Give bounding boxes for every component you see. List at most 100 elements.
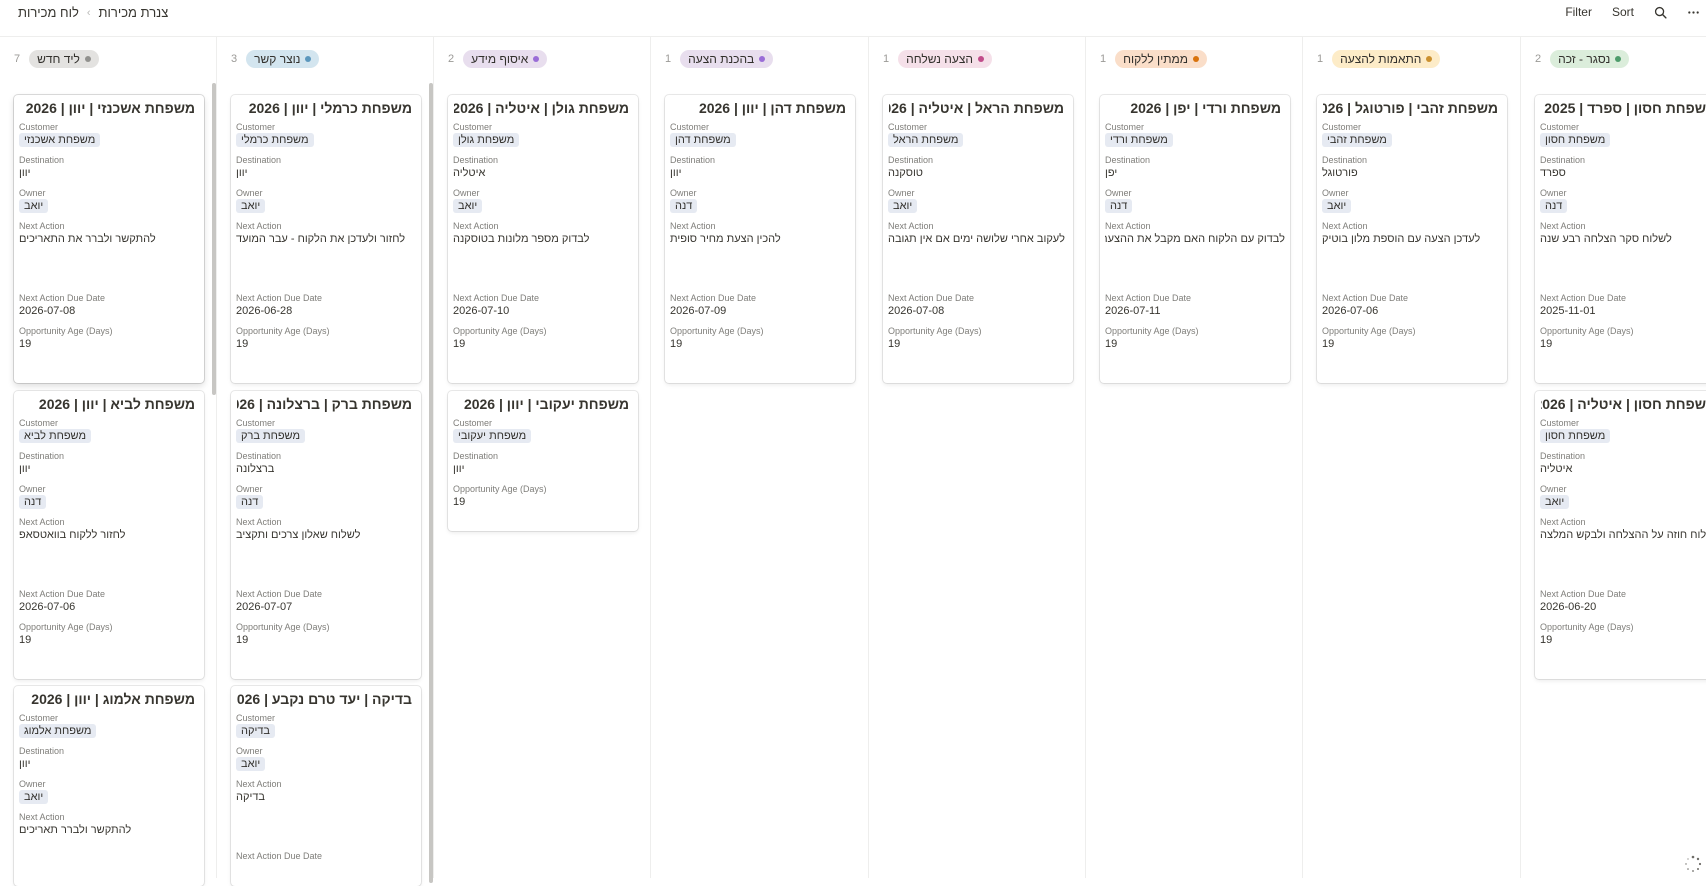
status-name: איסוף מידע	[471, 52, 529, 66]
owner-value-wrap: יואב	[1540, 495, 1706, 509]
opportunity-card[interactable]: משפחת חסון | ספרד | 2025 Customer משפחת חס…	[1535, 95, 1706, 383]
owner-label: Owner	[19, 779, 46, 789]
owner-chip[interactable]: דנה	[236, 495, 264, 509]
destination-value: איטליה	[1540, 463, 1573, 475]
card-title: משפחת לביא | יוון | 2026	[38, 396, 195, 412]
opportunity-age-label: Opportunity Age (Days)	[1322, 326, 1416, 336]
status-pill[interactable]: בהכנת הצעה	[680, 50, 774, 68]
column-count: 1	[665, 53, 672, 65]
owner-chip[interactable]: יואב	[236, 199, 266, 213]
customer-chip[interactable]: משפחת גולן	[453, 133, 520, 147]
breadcrumb-parent[interactable]: צנרת מכירות	[99, 5, 169, 20]
opportunity-card[interactable]: משפחת כרמלי | יוון | 2026 Customer משפחת כ…	[231, 95, 421, 383]
opportunity-card[interactable]: משפחת זהבי | פורטוגל | 2026 Customerמשפחת…	[1317, 95, 1507, 383]
owner-label: Owner	[19, 484, 46, 494]
column-count: 1	[1317, 53, 1324, 65]
status-name: ליד חדש	[37, 52, 80, 66]
next-action-label: Next Action	[453, 221, 499, 231]
destination-value: יוון	[670, 167, 682, 179]
customer-chip[interactable]: משפחת זהבי	[1322, 133, 1392, 147]
customer-chip[interactable]: משפחת חסון	[1540, 133, 1611, 147]
next-action-label: Next Action	[236, 221, 282, 231]
customer-chip[interactable]: משפחת אלמוג	[19, 724, 97, 738]
search-icon	[1654, 7, 1667, 19]
status-dot-icon	[1426, 56, 1433, 62]
owner-label: Owner	[888, 188, 915, 198]
owner-chip[interactable]: דנה	[1105, 199, 1133, 213]
column-scrollbar[interactable]	[212, 83, 216, 395]
customer-chip[interactable]: משפחת דהן	[670, 133, 736, 147]
destination-label: Destination	[19, 155, 65, 165]
status-pill[interactable]: הצעה נשלחה	[898, 50, 993, 68]
more-options-button[interactable]	[1687, 5, 1700, 19]
customer-chip[interactable]: משפחת יעקובי	[453, 429, 532, 443]
due-date-label: Next Action Due Date	[453, 293, 540, 303]
owner-chip[interactable]: יואב	[1540, 495, 1570, 509]
card-title: משפחת ברק | ברצלונה | 2026	[237, 396, 412, 412]
customer-chip[interactable]: משפחת לביא	[19, 429, 92, 443]
status-pill[interactable]: נוצר קשר	[246, 50, 320, 68]
opportunity-card[interactable]: משפחת דהן | יוון | 2026 Customer משפחת דהן…	[665, 95, 855, 383]
status-pill[interactable]: ממתין ללקוח	[1115, 50, 1208, 68]
opportunity-card[interactable]: משפחת ורדי | יפן | 2026 Customer משפחת ורד…	[1100, 95, 1290, 383]
next-action-label: Next Action	[888, 221, 934, 231]
customer-chip[interactable]: משפחת כרמלי	[236, 133, 314, 147]
customer-chip[interactable]: בדיקה	[236, 724, 275, 738]
opportunity-card[interactable]: משפחת אלמוג | יוון | 2026 Customer משפחת א…	[14, 686, 204, 886]
customer-chip[interactable]: משפחת אשכנזי	[19, 133, 101, 147]
column-scrollbar[interactable]	[429, 83, 433, 883]
owner-chip[interactable]: יואב	[19, 199, 49, 213]
status-pill[interactable]: התאמות להצעה	[1332, 50, 1441, 68]
opportunity-age-value: 19	[19, 338, 32, 350]
breadcrumb-separator-icon: ‹	[86, 6, 91, 19]
opportunity-age-value: 19	[19, 634, 32, 646]
owner-label: Owner	[19, 188, 46, 198]
destination-value: איטליה	[453, 167, 486, 179]
column-count: 1	[1100, 53, 1107, 65]
status-pill[interactable]: ליד חדש	[29, 50, 99, 68]
status-name: נוצר קשר	[254, 52, 301, 66]
opportunity-card[interactable]: משפחת יעקובי | יוון | 2026 Customer משפחת …	[448, 391, 638, 531]
owner-chip[interactable]: יואב	[236, 757, 266, 771]
breadcrumb-current[interactable]: לוח מכירות	[18, 5, 79, 20]
due-date-value: 2025-11-01	[1540, 305, 1596, 317]
owner-chip[interactable]: דנה	[670, 199, 698, 213]
due-date-label: Next Action Due Date	[1540, 293, 1627, 303]
opportunity-card[interactable]: בדיקה | יעד טרם נקבע | 2026Customerבדיקה…	[231, 686, 421, 886]
customer-chip[interactable]: משפחת ברק	[236, 429, 306, 443]
search-button[interactable]	[1654, 5, 1667, 19]
destination-value: פורטוגל	[1322, 167, 1358, 179]
opportunity-age-label: Opportunity Age (Days)	[888, 326, 982, 336]
opportunity-card[interactable]: משפחת הראל | איטליה | 2026 Customerמשפחת …	[883, 95, 1073, 383]
opportunity-card[interactable]: משפחת חסון | איטליה | 2026 Customerמשפחת …	[1535, 391, 1706, 679]
column-count: 2	[1535, 53, 1542, 65]
opportunity-card[interactable]: משפחת לביא | יוון | 2026 Customer משפחת לב…	[14, 391, 204, 679]
card-title: משפחת דהן | יוון | 2026	[698, 100, 846, 116]
breadcrumb: לוח מכירות ‹ צנרת מכירות	[18, 5, 168, 20]
owner-chip[interactable]: יואב	[453, 199, 483, 213]
opportunity-card[interactable]: משפחת אשכנזי | יוון | 2026 Customer משפחת …	[14, 95, 204, 383]
customer-chip[interactable]: משפחת הראל	[888, 133, 964, 147]
customer-chip[interactable]: משפחת חסון	[1540, 429, 1611, 443]
card-title: משפחת כרמלי | יוון | 2026	[248, 100, 412, 116]
owner-chip[interactable]: יואב	[1322, 199, 1352, 213]
owner-chip[interactable]: יואב	[19, 790, 49, 804]
owner-chip[interactable]: דנה	[1540, 199, 1568, 213]
customer-value-wrap: משפחת ברק	[236, 429, 416, 443]
sort-button[interactable]: Sort	[1612, 5, 1634, 19]
filter-button[interactable]: Filter	[1565, 5, 1592, 19]
destination-value: יוון	[19, 758, 31, 770]
destination-label: Destination	[236, 451, 282, 461]
opportunity-card[interactable]: משפחת ברק | ברצלונה | 2026 Customerמשפחת …	[231, 391, 421, 679]
status-name: נסגר - זכה	[1558, 52, 1611, 66]
destination-value: יפן	[1105, 167, 1118, 179]
destination-label: Destination	[1322, 155, 1368, 165]
owner-chip[interactable]: יואב	[888, 199, 918, 213]
board-column: איסוף מידע 2 משפחת גולן | איטליה | 2026 Cus…	[434, 37, 651, 878]
status-pill[interactable]: נסגר - זכה	[1550, 50, 1630, 68]
opportunity-card[interactable]: משפחת גולן | איטליה | 2026 Customer משפחת …	[448, 95, 638, 383]
status-pill[interactable]: איסוף מידע	[463, 50, 548, 68]
customer-chip[interactable]: משפחת ורדי	[1105, 133, 1173, 147]
owner-chip[interactable]: דנה	[19, 495, 47, 509]
opportunity-age-value: 19	[236, 338, 249, 350]
